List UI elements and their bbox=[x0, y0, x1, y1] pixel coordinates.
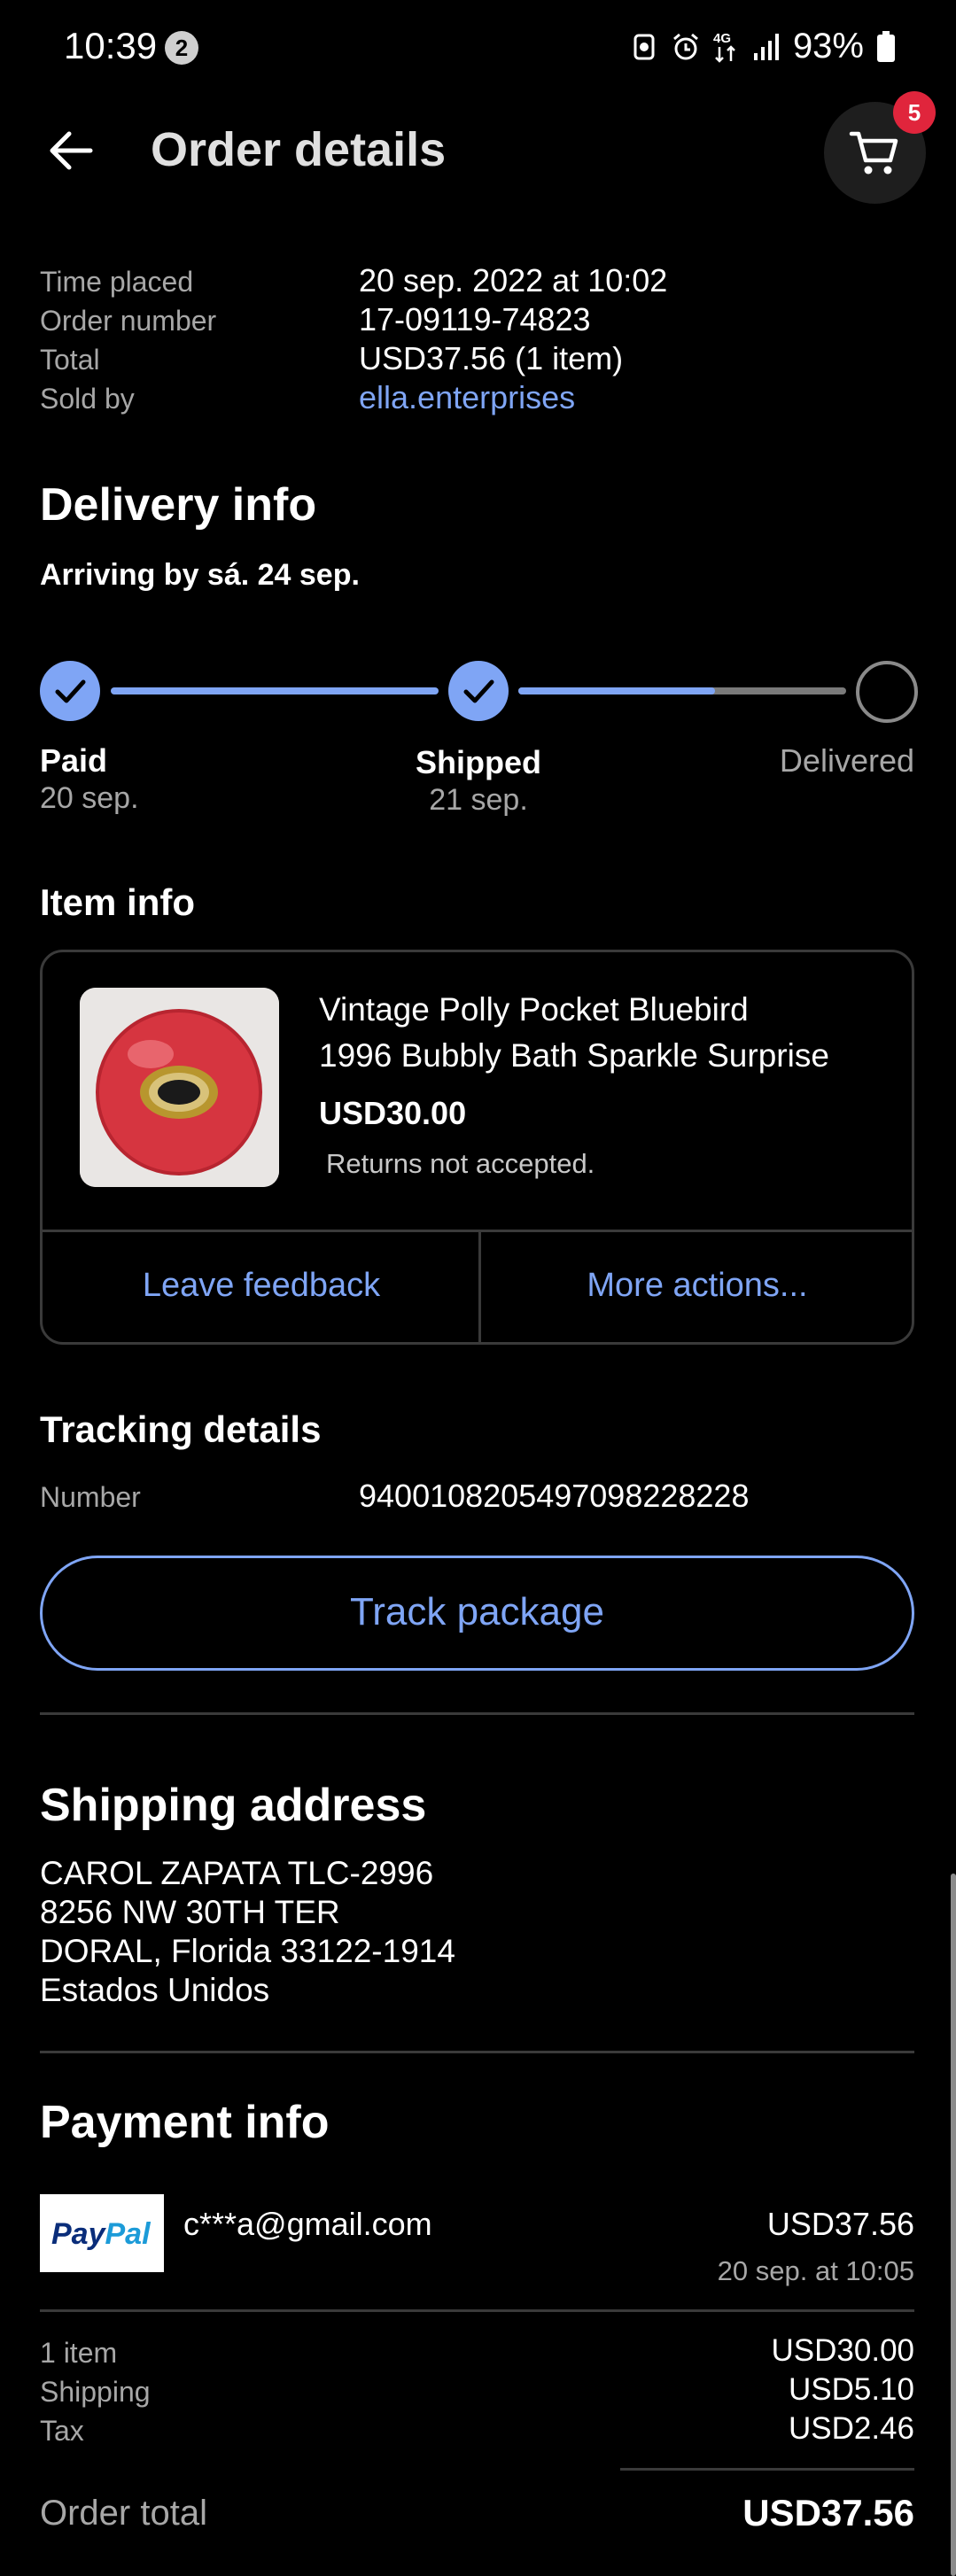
progress-segment-1 bbox=[111, 687, 439, 694]
page-title: Order details bbox=[151, 123, 447, 176]
check-icon bbox=[55, 679, 86, 703]
battery-icon bbox=[877, 30, 895, 62]
address-line1: CAROL ZAPATA TLC-2996 bbox=[40, 1855, 434, 1891]
paypal-logo: PayPal bbox=[40, 2194, 164, 2272]
recycle-alert-icon bbox=[633, 34, 655, 59]
leave-feedback-button[interactable]: Leave feedback bbox=[44, 1267, 478, 1305]
battery-percent: 93% bbox=[792, 27, 864, 66]
step-shipped-date: 21 sep. bbox=[429, 783, 528, 817]
back-button[interactable] bbox=[44, 124, 97, 177]
arriving-by-text: Arriving by sá. 24 sep. bbox=[40, 558, 360, 592]
step-paid-date: 20 sep. bbox=[40, 781, 139, 815]
item-title[interactable]: Vintage Polly Pocket Bluebird 1996 Bubbl… bbox=[319, 987, 829, 1079]
step-shipped-marker bbox=[448, 661, 509, 721]
order-number-label: Order number bbox=[40, 305, 217, 337]
tax-label: Tax bbox=[40, 2415, 84, 2447]
payment-divider bbox=[40, 2309, 914, 2312]
card-divider bbox=[40, 1230, 914, 1232]
order-total-value: USD37.56 bbox=[742, 2492, 914, 2533]
address-line2: 8256 NW 30TH TER bbox=[40, 1894, 340, 1930]
item-price: USD30.00 bbox=[319, 1095, 467, 1131]
payment-info-heading: Payment info bbox=[40, 2097, 330, 2148]
payer-email: c***a@gmail.com bbox=[183, 2206, 432, 2242]
network-4g-icon: 4G bbox=[713, 31, 735, 63]
signal-icon bbox=[753, 33, 779, 60]
step-delivered-marker bbox=[856, 661, 918, 723]
item-photo-image bbox=[80, 988, 279, 1187]
step-delivered-label: Delivered bbox=[779, 742, 914, 779]
total-divider bbox=[620, 2468, 914, 2471]
order-total-label: Order total bbox=[40, 2494, 207, 2533]
items-subtotal-value: USD30.00 bbox=[771, 2333, 914, 2368]
shipping-address-heading: Shipping address bbox=[40, 1780, 427, 1831]
step-shipped-label: Shipped bbox=[416, 744, 541, 780]
paypal-logo-text-pal: Pal bbox=[105, 2217, 151, 2251]
payment-date: 20 sep. at 10:05 bbox=[717, 2255, 914, 2286]
status-icons: 4G 93% bbox=[630, 27, 896, 66]
progress-segment-2 bbox=[518, 687, 715, 694]
seller-link[interactable]: ella.enterprises bbox=[359, 379, 575, 416]
cart-count-badge: 5 bbox=[893, 91, 936, 134]
sold-by-label: Sold by bbox=[40, 383, 135, 415]
step-paid-label: Paid bbox=[40, 742, 108, 779]
track-package-button[interactable]: Track package bbox=[40, 1556, 914, 1671]
svg-text:4G: 4G bbox=[713, 31, 731, 46]
item-thumbnail[interactable] bbox=[80, 988, 279, 1187]
shipping-cost-value: USD5.10 bbox=[788, 2372, 914, 2407]
shopping-cart-icon bbox=[849, 131, 898, 175]
address-line4: Estados Unidos bbox=[40, 1972, 270, 2008]
time-placed-label: Time placed bbox=[40, 266, 194, 298]
arrow-left-icon bbox=[50, 131, 93, 170]
section-divider bbox=[40, 1712, 914, 1715]
paypal-logo-text-pay: Pay bbox=[51, 2217, 105, 2251]
notification-count-badge: 2 bbox=[165, 31, 198, 65]
item-title-line2: 1996 Bubbly Bath Sparkle Surprise bbox=[319, 1037, 829, 1074]
payment-amount: USD37.56 bbox=[766, 2206, 914, 2242]
section-divider bbox=[40, 2051, 914, 2053]
address-line3: DORAL, Florida 33122-1914 bbox=[40, 1933, 455, 1969]
tracking-number-value[interactable]: 9400108205497098228228 bbox=[359, 1478, 749, 1515]
total-label: Total bbox=[40, 344, 100, 376]
check-icon bbox=[463, 679, 494, 703]
items-count-label: 1 item bbox=[40, 2337, 118, 2369]
order-number-value: 17-09119-74823 bbox=[359, 301, 591, 338]
alarm-icon bbox=[672, 33, 698, 59]
item-info-heading: Item info bbox=[40, 881, 195, 923]
scrollbar[interactable] bbox=[951, 1874, 956, 2576]
delivery-info-heading: Delivery info bbox=[40, 479, 317, 531]
tracking-number-label: Number bbox=[40, 1481, 141, 1513]
time-placed-value: 20 sep. 2022 at 10:02 bbox=[359, 262, 668, 299]
status-bar: 10:39 2 4G 93% bbox=[0, 0, 956, 97]
delivery-progress bbox=[0, 656, 956, 735]
more-actions-button[interactable]: More actions... bbox=[480, 1267, 914, 1305]
tracking-heading: Tracking details bbox=[40, 1408, 322, 1450]
item-title-line1: Vintage Polly Pocket Bluebird bbox=[319, 991, 749, 1028]
total-value: USD37.56 (1 item) bbox=[359, 340, 624, 376]
tax-value: USD2.46 bbox=[788, 2411, 914, 2446]
shipping-cost-label: Shipping bbox=[40, 2376, 151, 2408]
returns-policy-text: Returns not accepted. bbox=[326, 1148, 595, 1179]
status-time: 10:39 bbox=[64, 25, 158, 66]
step-paid-marker bbox=[40, 661, 100, 721]
